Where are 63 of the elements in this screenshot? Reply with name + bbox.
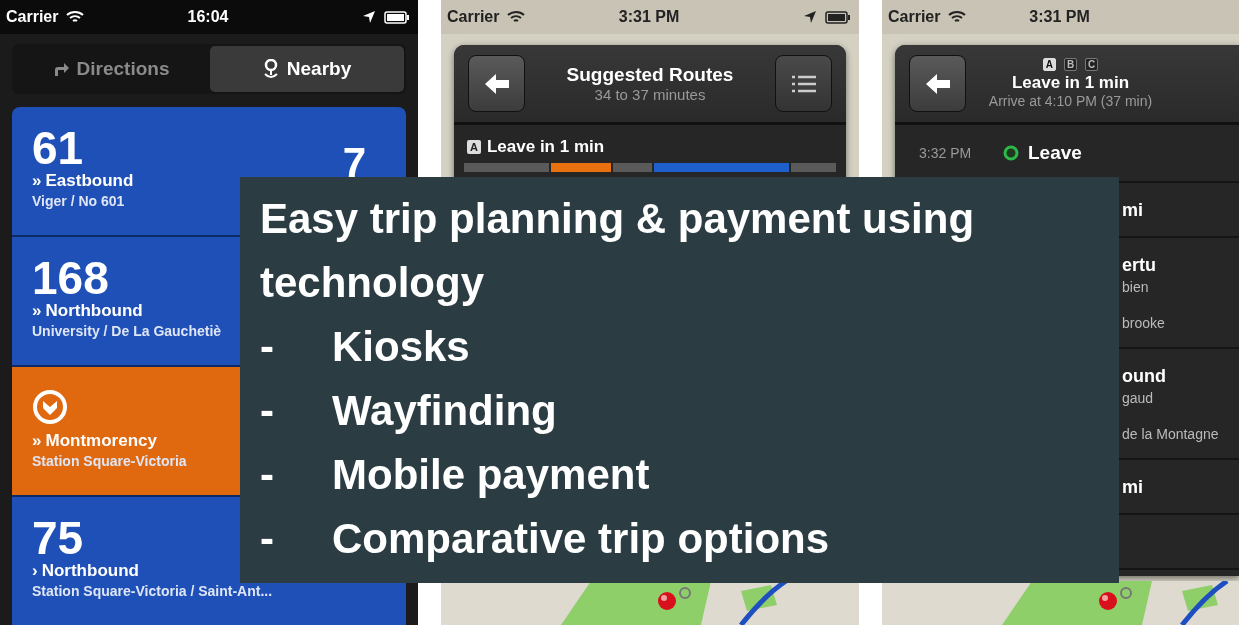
carrier-name: Carrier — [888, 8, 941, 26]
location-arrow-icon — [803, 10, 817, 24]
step-detail: bien — [1122, 278, 1149, 297]
carrier-name: Carrier — [6, 8, 59, 26]
stop-name: Station Square-Victoria — [32, 452, 187, 471]
direction-label: Montmorency — [45, 431, 157, 451]
page-indicator[interactable]: C — [1085, 58, 1099, 71]
route-number: 61 — [32, 125, 84, 171]
step-detail: de la Montagne — [1122, 425, 1219, 444]
route-number: 75 — [32, 515, 84, 561]
wifi-icon — [507, 10, 526, 24]
bullet-dash: - — [260, 514, 275, 564]
chevron-icon: » — [32, 301, 42, 321]
step-time: 3:32 PM — [919, 145, 973, 161]
list-icon — [790, 73, 817, 94]
step-detail: gaud — [1122, 389, 1154, 408]
location-arrow-icon — [362, 10, 376, 24]
panel-title: Leave in 1 min — [1011, 73, 1130, 93]
step-title: mi — [1122, 476, 1143, 499]
pin-icon — [262, 59, 279, 79]
panel-subtitle: 34 to 37 minutes — [594, 86, 706, 103]
panel-title: Suggested Routes — [566, 64, 734, 86]
step-label: Leave — [1028, 142, 1082, 164]
battery-icon — [384, 10, 410, 24]
step-title: ertu — [1122, 254, 1156, 277]
stop-name: University / De La Gauchetiè — [32, 322, 222, 341]
tab[interactable]: Directions — [14, 46, 208, 92]
route-number: 168 — [32, 255, 109, 301]
carrier-name: Carrier — [447, 8, 500, 26]
back-button[interactable] — [468, 55, 525, 112]
status-time: 3:31 PM — [618, 8, 680, 26]
direction-label: Northbound — [41, 561, 139, 581]
chevron-icon: › — [32, 561, 38, 581]
direction-label: Eastbound — [45, 171, 134, 191]
wifi-icon — [948, 10, 967, 24]
option-badge: A — [467, 140, 481, 154]
battery-icon — [825, 10, 851, 24]
minutes-count: 7 — [342, 141, 366, 185]
turn-arrow-icon — [52, 62, 69, 76]
status-time: 3:31 PM — [1029, 8, 1090, 26]
stop-name: Viger / No 601 — [32, 192, 125, 211]
step-title: ound — [1122, 365, 1166, 388]
panel-subtitle: Arrive at 4:10 PM (37 min) — [988, 93, 1153, 109]
metro-logo-icon — [32, 389, 68, 425]
bullet-dash: - — [260, 450, 275, 500]
stop-name: Station Square-Victoria / Saint-Ant... — [32, 582, 273, 601]
page-indicator[interactable]: B — [1063, 58, 1078, 71]
bullet-dash: - — [260, 386, 275, 436]
chevron-icon: » — [32, 431, 42, 451]
arrow-left-icon — [924, 72, 951, 95]
chevron-icon: » — [32, 171, 42, 191]
direction-label: Northbound — [45, 301, 143, 321]
step-detail: brooke — [1122, 314, 1165, 333]
list-button[interactable] — [775, 55, 832, 112]
option-label: Leave in 1 min — [486, 137, 605, 157]
back-button[interactable] — [909, 55, 966, 112]
arrow-left-icon — [483, 72, 510, 95]
tab[interactable]: Nearby — [210, 46, 404, 92]
wifi-icon — [66, 10, 85, 24]
page-indicator[interactable]: A — [1042, 58, 1056, 71]
status-time: 16:04 — [187, 8, 229, 26]
step-title: mi — [1122, 199, 1143, 222]
start-circle-icon — [1003, 145, 1019, 161]
